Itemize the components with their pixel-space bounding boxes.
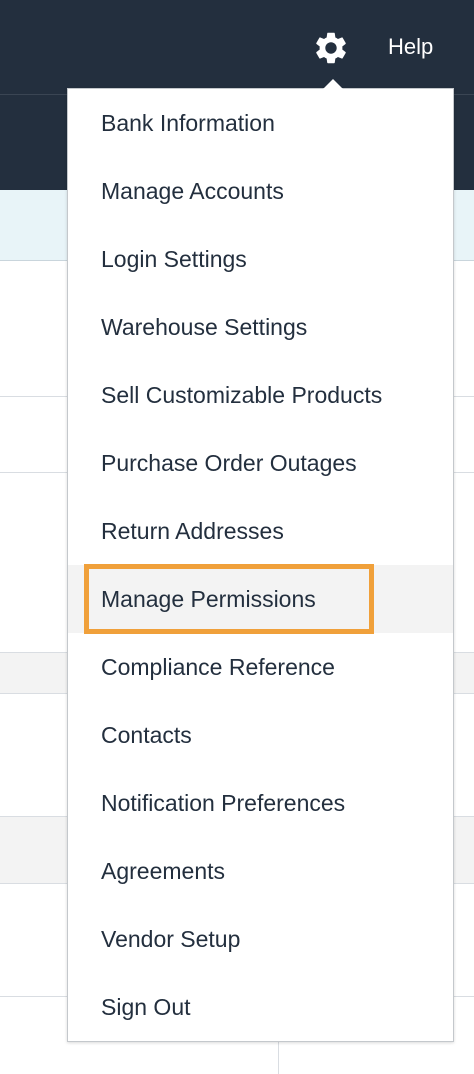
top-navigation-bar: Help [0, 0, 474, 94]
menu-item-warehouse-settings[interactable]: Warehouse Settings [68, 293, 453, 361]
menu-item-compliance-reference[interactable]: Compliance Reference [68, 633, 453, 701]
menu-item-manage-accounts[interactable]: Manage Accounts [68, 157, 453, 225]
menu-pointer-caret [321, 79, 345, 91]
menu-item-purchase-order-outages[interactable]: Purchase Order Outages [68, 429, 453, 497]
background-column-divider [278, 1040, 279, 1074]
menu-item-manage-permissions[interactable]: Manage Permissions [68, 565, 453, 633]
menu-item-sell-customizable-products[interactable]: Sell Customizable Products [68, 361, 453, 429]
menu-item-vendor-setup[interactable]: Vendor Setup [68, 905, 453, 973]
menu-item-login-settings[interactable]: Login Settings [68, 225, 453, 293]
menu-item-notification-preferences[interactable]: Notification Preferences [68, 769, 453, 837]
gear-icon[interactable] [312, 29, 350, 67]
menu-item-agreements[interactable]: Agreements [68, 837, 453, 905]
menu-item-bank-information[interactable]: Bank Information [68, 89, 453, 157]
menu-item-sign-out[interactable]: Sign Out [68, 973, 453, 1041]
settings-dropdown-menu: Bank Information Manage Accounts Login S… [67, 88, 454, 1042]
help-link[interactable]: Help [388, 33, 433, 61]
menu-item-return-addresses[interactable]: Return Addresses [68, 497, 453, 565]
menu-item-contacts[interactable]: Contacts [68, 701, 453, 769]
